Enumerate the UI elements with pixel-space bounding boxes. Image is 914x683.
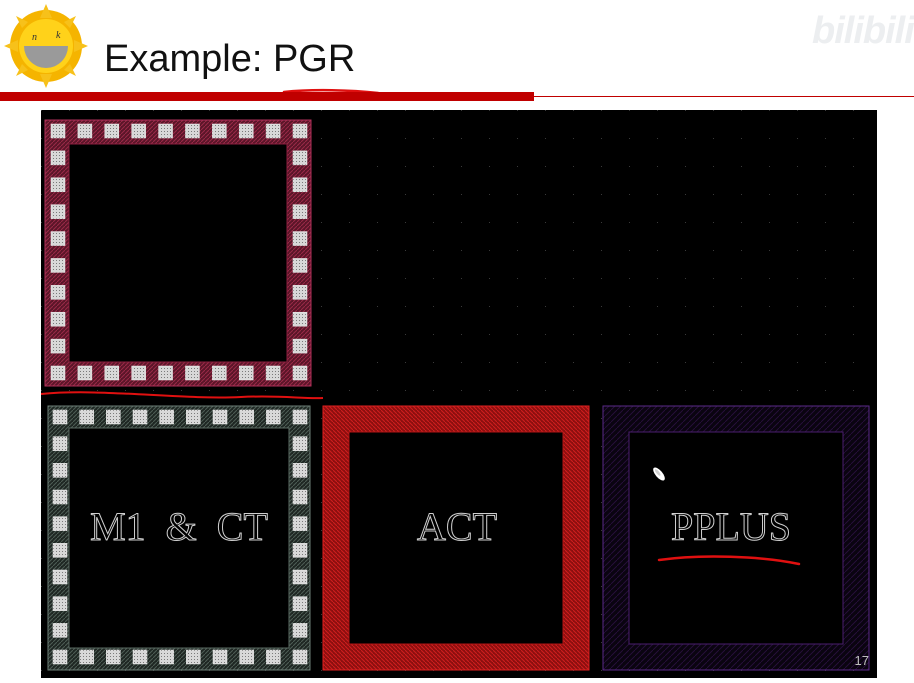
cell-label-pplus: PPLUS: [671, 504, 791, 549]
bond-pad: [52, 436, 68, 451]
bond-pad: [52, 649, 68, 665]
logo-letter-k: k: [56, 30, 61, 41]
bond-pad: [265, 123, 281, 139]
bond-pad: [50, 311, 66, 327]
bond-pad: [158, 365, 173, 381]
bond-pad: [292, 231, 308, 246]
cell-label-act: ACT: [417, 504, 497, 549]
bond-pad: [50, 231, 66, 246]
layout-viewer[interactable]: M1 & CT ACT PPLUS 17: [40, 110, 877, 678]
bilibili-watermark: bilibili: [812, 10, 914, 52]
bond-pad: [292, 338, 308, 354]
bond-pad: [50, 258, 66, 273]
bond-pad: [292, 204, 308, 219]
bond-pad: [266, 649, 281, 665]
bond-pad: [292, 596, 308, 611]
bond-pad: [212, 365, 227, 381]
bond-pad: [106, 409, 121, 425]
logo-letter-n: n: [32, 32, 37, 43]
bond-pad: [79, 649, 94, 665]
slide-title: Example: PGR: [104, 38, 356, 80]
bond-pad: [292, 409, 308, 425]
bond-pad: [104, 365, 120, 381]
bond-pad: [77, 123, 93, 139]
bond-pad: [50, 123, 66, 139]
bond-pad: [292, 516, 308, 531]
bond-pad: [292, 285, 308, 300]
bond-pad: [292, 258, 308, 273]
header-thin-rule: [534, 96, 914, 97]
bond-pad: [239, 649, 254, 665]
bond-pad: [50, 285, 66, 300]
bond-pad: [104, 123, 120, 139]
bond-pad: [50, 338, 66, 354]
bond-pad: [292, 177, 308, 193]
bond-pad: [52, 409, 68, 425]
bond-pad: [52, 489, 68, 505]
bond-pad: [50, 204, 66, 219]
bond-pad: [185, 123, 200, 139]
bond-pad: [50, 177, 66, 193]
cell-pgr[interactable]: [44, 119, 312, 387]
page-number: 17: [854, 653, 869, 668]
bond-pad: [186, 649, 201, 665]
bond-pad: [52, 516, 68, 531]
bond-pad: [52, 569, 68, 585]
bond-pad: [131, 123, 146, 139]
bond-pad: [292, 543, 308, 558]
bond-pad: [186, 409, 201, 425]
bond-pad: [158, 123, 173, 139]
bond-pad: [159, 649, 174, 665]
bond-pad: [292, 489, 308, 505]
bond-pad: [266, 409, 281, 425]
bond-pad: [106, 649, 121, 665]
bond-pad: [292, 463, 308, 478]
bond-pad: [292, 311, 308, 327]
bond-pad: [292, 623, 308, 638]
bond-pad: [212, 409, 228, 425]
bond-pad: [292, 649, 308, 665]
bond-pad: [292, 365, 308, 381]
bond-pad: [132, 649, 148, 665]
bond-pad: [77, 365, 93, 381]
bond-pad: [132, 409, 148, 425]
bond-pad: [212, 649, 228, 665]
bond-pad: [50, 150, 66, 166]
bond-pad: [238, 123, 254, 139]
bond-pad: [131, 365, 146, 381]
bond-pad: [52, 596, 68, 611]
bond-pad: [52, 543, 68, 558]
sun-mascot-logo: n k: [4, 4, 88, 88]
bond-pad: [238, 365, 254, 381]
bond-pad: [185, 365, 200, 381]
bond-pad: [292, 150, 308, 166]
bond-pad: [212, 123, 227, 139]
bond-pad: [50, 365, 66, 381]
layout-canvas[interactable]: M1 & CT ACT PPLUS: [40, 110, 877, 678]
bond-pad: [52, 623, 68, 638]
cell-label-m1-ct: M1 & CT: [90, 504, 268, 549]
bond-pad: [292, 123, 308, 139]
cell-m1-ct[interactable]: M1 & CT: [47, 405, 311, 671]
bond-pad: [79, 409, 94, 425]
bond-pad: [292, 436, 308, 451]
bond-pad: [265, 365, 281, 381]
cell-pplus[interactable]: PPLUS: [602, 405, 870, 671]
bond-pad: [159, 409, 174, 425]
bond-pad: [292, 569, 308, 585]
cell-act[interactable]: ACT: [322, 405, 590, 671]
bond-pad: [52, 463, 68, 478]
header-accent-bar: [0, 92, 534, 101]
bond-pad: [239, 409, 254, 425]
